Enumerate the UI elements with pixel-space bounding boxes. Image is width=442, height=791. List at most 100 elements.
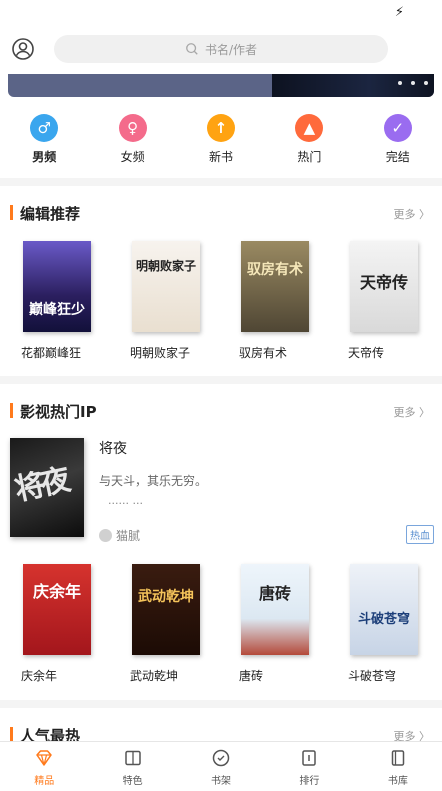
book-title: 花都巅峰狂 xyxy=(21,346,82,360)
female-icon: ♀ xyxy=(118,114,147,142)
author-icon xyxy=(99,529,112,542)
category-label: 女频 xyxy=(120,150,145,164)
tab-ranking[interactable]: 排行 xyxy=(265,742,353,791)
category-complete[interactable]: ✓ 完结 xyxy=(354,104,442,178)
featured-book-author: 猫腻 xyxy=(99,527,140,544)
book-title: 斗破苍穹 xyxy=(348,669,397,683)
book-item[interactable]: 驭房有术 驭房有术 xyxy=(218,241,327,361)
category-new[interactable]: ↑ 新书 xyxy=(177,104,265,178)
book-cover: 斗破苍穹 xyxy=(350,564,418,655)
tab-bookshelf[interactable]: 书架 xyxy=(177,742,265,791)
banner-image xyxy=(272,74,434,97)
carousel-indicator xyxy=(398,81,428,85)
section-accent-bar xyxy=(10,403,13,418)
book-row: 庆余年 庆余年 武动乾坤 武动乾坤 唐砖 唐砖 斗破苍穹 斗破苍穹 xyxy=(0,564,436,684)
complete-icon: ✓ xyxy=(383,114,412,142)
section-title: 人气最热 xyxy=(20,727,81,741)
chevron-right-icon: 〉 xyxy=(419,406,430,419)
book-item[interactable]: 巅峰狂少 花都巅峰狂 xyxy=(0,241,109,361)
book-cover: 明朝败家子 xyxy=(132,241,200,332)
search-icon xyxy=(186,43,198,55)
banner-carousel[interactable] xyxy=(8,74,434,97)
search-input[interactable]: 书名/作者 xyxy=(54,35,388,63)
banner-area xyxy=(0,74,442,104)
carousel-dot xyxy=(411,81,415,85)
more-link[interactable]: 更多 〉 xyxy=(394,206,431,222)
chevron-right-icon: 〉 xyxy=(419,208,430,221)
category-label: 新书 xyxy=(208,150,233,164)
book-title: 庆余年 xyxy=(21,669,58,683)
book-item[interactable]: 唐砖 唐砖 xyxy=(218,564,327,684)
cover-title: 明朝败家子 xyxy=(136,259,197,273)
fire-icon: ▲ xyxy=(295,114,324,142)
section-header: 影视热门IP 更多 〉 xyxy=(0,384,442,434)
carousel-dot xyxy=(424,81,428,85)
book-item[interactable]: 斗破苍穹 斗破苍穹 xyxy=(327,564,436,684)
cover-title: 巅峰狂少 xyxy=(29,302,85,318)
book-cover: 巅峰狂少 xyxy=(23,241,91,332)
diamond-icon xyxy=(36,750,52,766)
tab-label: 精品 xyxy=(34,776,55,787)
tab-label: 书库 xyxy=(387,776,408,787)
book-cover: 武动乾坤 xyxy=(132,564,200,655)
featured-book-title: 将夜 xyxy=(99,441,127,457)
section-title: 编辑推荐 xyxy=(20,205,81,223)
category-male[interactable]: ♂ 男频 xyxy=(0,104,88,178)
category-hot[interactable]: ▲ 热门 xyxy=(265,104,353,178)
featured-book[interactable]: 将夜 将夜 与天斗，其乐无穷。 ...... ... 猫腻 热血 xyxy=(0,438,442,548)
book-item[interactable]: 庆余年 庆余年 xyxy=(0,564,109,684)
cover-title: 武动乾坤 xyxy=(138,589,194,605)
category-nav: ♂ 男频 ♀ 女频 ↑ 新书 ▲ 热门 ✓ 完结 xyxy=(0,104,442,178)
book-item[interactable]: 武动乾坤 武动乾坤 xyxy=(109,564,218,684)
book-title: 唐砖 xyxy=(239,669,264,683)
book-cover: 庆余年 xyxy=(23,564,91,655)
book-cover: 唐砖 xyxy=(241,564,309,655)
section-header: 编辑推荐 更多 〉 xyxy=(0,186,442,236)
more-link[interactable]: 更多 〉 xyxy=(394,728,431,741)
carousel-dot xyxy=(398,81,402,85)
male-icon: ♂ xyxy=(30,114,59,142)
book-title: 天帝传 xyxy=(348,346,385,360)
bottom-tab-bar: 精品 特色 书架 排行 书库 xyxy=(0,741,442,791)
more-label: 更多 xyxy=(393,208,416,221)
genre-tag: 热血 xyxy=(406,525,434,544)
search-placeholder: 书名/作者 xyxy=(204,42,258,57)
top-bar: 书名/作者 xyxy=(0,26,442,74)
cover-title: 斗破苍穹 xyxy=(357,612,410,627)
book-item[interactable]: 天帝传 天帝传 xyxy=(327,241,436,361)
section-accent-bar xyxy=(10,727,13,741)
book-open-icon xyxy=(124,750,141,766)
cover-title: 天帝传 xyxy=(359,273,408,292)
new-book-icon: ↑ xyxy=(206,114,235,142)
status-bar: ⚡ xyxy=(0,0,442,26)
category-female[interactable]: ♀ 女频 xyxy=(88,104,176,178)
editor-picks-section: 编辑推荐 更多 〉 巅峰狂少 花都巅峰狂 明朝败家子 明朝败家子 驭房有术 驭房… xyxy=(0,186,442,376)
book-title: 明朝败家子 xyxy=(130,346,191,360)
ranking-icon xyxy=(302,750,317,766)
more-link[interactable]: 更多 〉 xyxy=(394,404,431,420)
book-title: 武动乾坤 xyxy=(130,669,179,683)
book-row: 巅峰狂少 花都巅峰狂 明朝败家子 明朝败家子 驭房有术 驭房有术 天帝传 天帝传 xyxy=(0,241,436,361)
tab-special[interactable]: 特色 xyxy=(88,742,176,791)
book-title: 驭房有术 xyxy=(239,346,288,360)
cover-title: 庆余年 xyxy=(32,582,81,601)
cover-title: 将夜 xyxy=(11,462,70,508)
tab-library[interactable]: 书库 xyxy=(354,742,442,791)
featured-book-cover: 将夜 xyxy=(10,438,84,537)
book-item[interactable]: 明朝败家子 明朝败家子 xyxy=(109,241,218,361)
library-icon xyxy=(391,750,405,766)
section-accent-bar xyxy=(10,205,13,220)
popular-section: 人气最热 更多 〉 xyxy=(0,708,442,741)
user-icon[interactable] xyxy=(11,37,35,61)
bookshelf-icon xyxy=(212,749,230,767)
cover-title: 唐砖 xyxy=(258,584,291,603)
charging-icon: ⚡ xyxy=(394,5,404,20)
category-label: 男频 xyxy=(32,150,57,164)
author-name: 猫腻 xyxy=(116,529,141,543)
chevron-right-icon: 〉 xyxy=(419,730,430,741)
tab-label: 排行 xyxy=(299,776,320,787)
tab-featured[interactable]: 精品 xyxy=(0,742,88,791)
section-header: 人气最热 更多 〉 xyxy=(0,708,442,741)
category-label: 完结 xyxy=(385,150,410,164)
featured-book-description-more: ...... ... xyxy=(108,494,143,507)
